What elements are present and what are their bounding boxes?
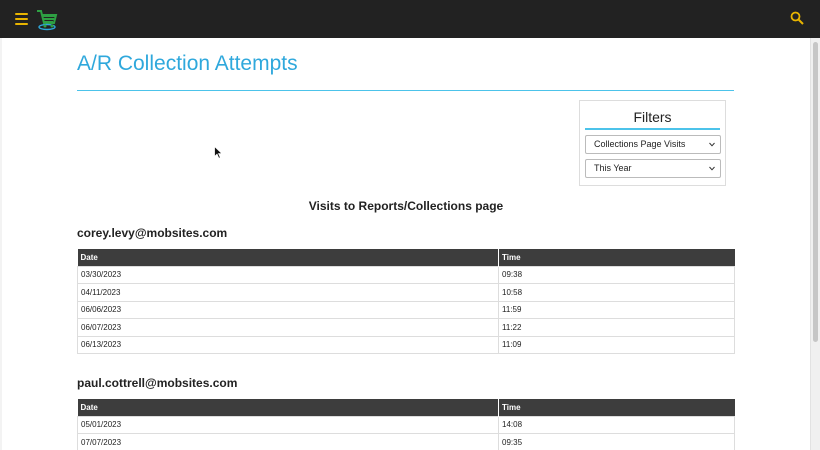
page-title: A/R Collection Attempts (77, 52, 298, 75)
chevron-down-icon (709, 142, 715, 147)
visits-table: Date Time 03/30/2023 09:38 04/11/2023 10… (77, 249, 735, 354)
date-cell: 04/11/2023 (77, 283, 499, 302)
column-header-time: Time (498, 399, 735, 416)
main-content: A/R Collection Attempts Filters Collecti… (2, 38, 810, 450)
time-cell: 14:08 (498, 415, 735, 434)
shopping-cart-logo-icon[interactable] (36, 9, 58, 31)
report-type-select[interactable]: Collections Page Visits (585, 135, 721, 154)
date-cell: 06/07/2023 (77, 318, 499, 337)
time-cell: 11:22 (498, 318, 735, 337)
column-header-date: Date (77, 399, 499, 416)
title-divider (77, 90, 734, 91)
hamburger-menu-icon[interactable] (15, 13, 28, 25)
column-header-time: Time (498, 249, 735, 266)
table-row: 07/07/2023 09:35 (77, 433, 735, 450)
time-cell: 11:59 (498, 300, 735, 319)
date-cell: 03/30/2023 (77, 265, 499, 284)
date-cell: 06/06/2023 (77, 300, 499, 319)
search-icon[interactable] (790, 11, 804, 25)
report-heading: Visits to Reports/Collections page (308, 199, 504, 213)
time-cell: 09:35 (498, 433, 735, 450)
table-row: 04/11/2023 10:58 (77, 283, 735, 302)
filters-panel: Filters Collections Page Visits This Yea… (579, 100, 726, 186)
date-cell: 07/07/2023 (77, 433, 499, 450)
time-cell: 11:09 (498, 335, 735, 354)
time-cell: 10:58 (498, 283, 735, 302)
table-header-row: Date Time (77, 249, 735, 266)
chevron-down-icon (709, 166, 715, 171)
mouse-pointer-icon (214, 146, 223, 159)
column-header-date: Date (77, 249, 499, 266)
date-cell: 05/01/2023 (77, 415, 499, 434)
user-email-heading: corey.levy@mobsites.com (77, 226, 228, 240)
visits-table: Date Time 05/01/2023 14:08 07/07/2023 09… (77, 399, 735, 450)
table-row: 06/06/2023 11:59 (77, 300, 735, 319)
scrollbar-thumb[interactable] (813, 42, 818, 342)
vertical-scrollbar[interactable] (810, 38, 820, 450)
time-cell: 09:38 (498, 265, 735, 284)
table-row: 06/13/2023 11:09 (77, 335, 735, 354)
user-email-heading: paul.cottrell@mobsites.com (77, 376, 238, 390)
top-bar (0, 0, 820, 38)
period-value: This Year (594, 163, 632, 173)
table-row: 06/07/2023 11:22 (77, 318, 735, 337)
filters-title: Filters (633, 109, 672, 125)
report-type-value: Collections Page Visits (594, 139, 686, 149)
table-row: 05/01/2023 14:08 (77, 415, 735, 434)
table-row: 03/30/2023 09:38 (77, 265, 735, 284)
table-header-row: Date Time (77, 399, 735, 416)
period-select[interactable]: This Year (585, 159, 721, 178)
filters-divider (585, 128, 720, 130)
date-cell: 06/13/2023 (77, 335, 499, 354)
